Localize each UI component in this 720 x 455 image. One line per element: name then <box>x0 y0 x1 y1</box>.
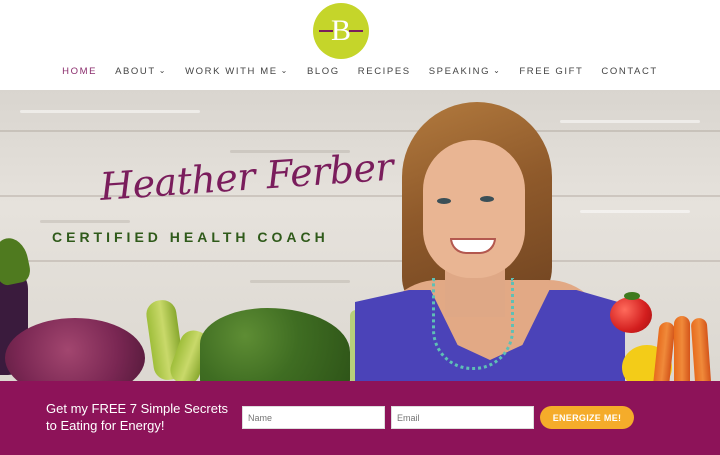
wood-grain <box>40 220 130 223</box>
wood-grain <box>20 110 200 113</box>
chevron-down-icon: ⌄ <box>280 66 289 75</box>
tagline: CERTIFIED HEALTH COACH <box>52 229 329 245</box>
chevron-down-icon: ⌄ <box>493 66 502 75</box>
nav-label: CONTACT <box>601 66 658 77</box>
coach-photo-eye <box>480 196 494 202</box>
name-field[interactable] <box>242 406 385 429</box>
nav-item-work-with-me[interactable]: WORK WITH ME ⌄ <box>176 66 298 77</box>
nav-label: HOME <box>62 66 98 77</box>
site-logo[interactable]: B <box>313 3 369 59</box>
chevron-down-icon: ⌄ <box>158 66 168 75</box>
wood-grain <box>580 210 690 213</box>
site-header: B HOME ABOUT ⌄ WORK WITH ME ⌄ BLOG RECIPES… <box>0 0 720 90</box>
coach-photo-eye <box>437 198 451 204</box>
carrot-image <box>674 316 690 386</box>
nav-item-home[interactable]: HOME <box>53 66 106 77</box>
energize-button[interactable]: ENERGIZE ME! <box>540 406 634 429</box>
coach-photo-face <box>423 140 525 278</box>
nav-item-contact[interactable]: CONTACT <box>592 66 666 77</box>
nav-label: SPEAKING <box>428 66 491 77</box>
nav-item-about[interactable]: ABOUT ⌄ <box>106 66 176 77</box>
nav-item-free-gift[interactable]: FREE GIFT <box>510 66 592 77</box>
main-nav: HOME ABOUT ⌄ WORK WITH ME ⌄ BLOG RECIPES S… <box>0 66 720 77</box>
wood-grain <box>560 120 700 123</box>
nav-item-speaking[interactable]: SPEAKING ⌄ <box>420 66 511 77</box>
nav-label: FREE GIFT <box>519 66 584 77</box>
nav-label: ABOUT <box>115 66 156 77</box>
logo-fork-right <box>349 30 363 32</box>
nav-label: WORK WITH ME <box>185 66 278 77</box>
coach-photo-necklace <box>432 278 514 370</box>
nav-label: RECIPES <box>357 66 411 77</box>
nav-item-recipes[interactable]: RECIPES <box>349 66 420 77</box>
optin-headline: Get my FREE 7 Simple Secrets to Eating f… <box>46 401 229 433</box>
email-field[interactable] <box>391 406 534 429</box>
wood-plank-line <box>0 260 720 262</box>
tomato-leaf-image <box>624 292 640 300</box>
tomato-image <box>610 297 652 333</box>
nav-label: BLOG <box>306 66 340 77</box>
nav-item-blog[interactable]: BLOG <box>298 66 349 77</box>
wood-grain <box>250 280 350 283</box>
logo-letter: B <box>330 14 351 47</box>
wood-plank-line <box>0 130 720 132</box>
